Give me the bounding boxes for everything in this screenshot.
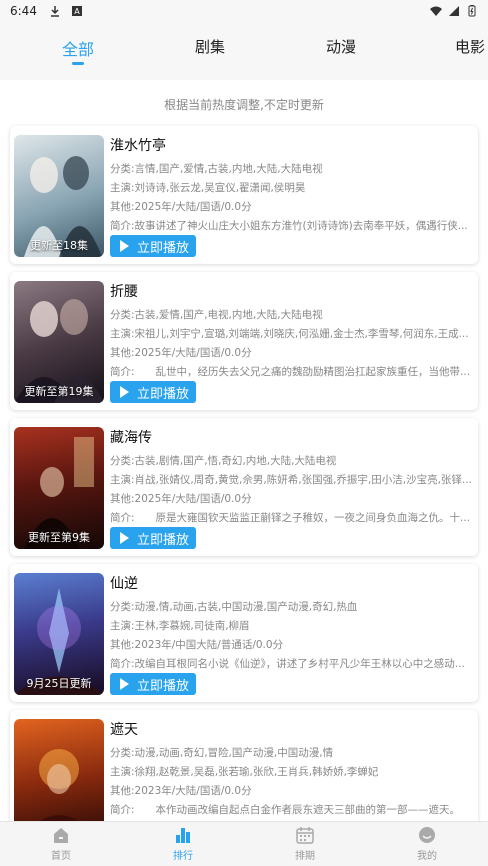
- list-item[interactable]: 更新至第9集 藏海传 分类:古装,剧情,国产,悟,奇幻,内地,大陆,大陆电视 主…: [10, 418, 478, 556]
- item-cast: 主演:肖战,张婧仪,周奇,黄觉,佘男,陈妍希,张国强,乔振宇,田小洁,沙宝亮,张…: [110, 474, 472, 486]
- notification-a-icon: A: [71, 6, 82, 16]
- item-title[interactable]: 藏海传: [110, 428, 474, 448]
- battery-icon: [468, 5, 476, 17]
- active-tab-indicator: [72, 62, 84, 65]
- wifi-icon: [430, 6, 442, 16]
- poster-image[interactable]: 更新至18集: [14, 135, 104, 257]
- list-item[interactable]: 更新至第19集 折腰 分类:古装,爱情,国产,电视,内地,大陆,大陆电视 主演:…: [10, 272, 478, 410]
- play-label: 立即播放: [137, 240, 190, 256]
- play-label: 立即播放: [137, 386, 190, 402]
- play-label: 立即播放: [137, 532, 190, 548]
- play-icon: [120, 532, 129, 544]
- nav-profile[interactable]: 我的: [366, 822, 488, 866]
- poster-image[interactable]: 9月25日更新: [14, 573, 104, 695]
- item-intro: 简介:改编自耳根同名小说《仙逆》，讲述了乡村平凡少年王林以心中之感动...: [110, 658, 465, 670]
- item-title[interactable]: 淮水竹亭: [110, 136, 474, 156]
- tab-anime[interactable]: 动漫: [326, 36, 356, 57]
- category-tabs: 全部 剧集 动漫 电影: [0, 22, 488, 80]
- play-now-button[interactable]: 立即播放: [110, 381, 196, 403]
- item-category: 分类:古装,剧情,国产,悟,奇幻,内地,大陆,大陆电视: [110, 455, 337, 467]
- episode-badge: 更新至第19集: [24, 385, 94, 398]
- list-item[interactable]: 更新至18集 淮水竹亭 分类:言情,国产,爱情,古装,内地,大陆,大陆电视 主演…: [10, 126, 478, 264]
- play-icon: [120, 240, 129, 252]
- item-other: 其他:2025年/大陆/国语/0.0分: [110, 347, 252, 359]
- item-cast: 主演:宋祖儿,刘宇宁,宣璐,刘端端,刘晓庆,何泓姗,金士杰,李雪琴,何润东,王成…: [110, 328, 469, 340]
- episode-badge: 更新至18集: [30, 239, 88, 252]
- play-now-button[interactable]: 立即播放: [110, 673, 196, 695]
- item-cast: 主演:王林,李慕婉,司徒南,柳眉: [110, 620, 250, 632]
- play-icon: [120, 386, 129, 398]
- status-time: 6:44: [10, 4, 37, 18]
- signal-icon: [449, 6, 459, 16]
- calendar-icon: [296, 827, 314, 844]
- tab-all[interactable]: 全部: [62, 36, 94, 60]
- episode-badge: 更新至第9集: [28, 531, 90, 544]
- poster-image[interactable]: 更新至第9集: [14, 427, 104, 549]
- nav-schedule[interactable]: 排期: [244, 822, 366, 866]
- item-category: 分类:言情,国产,爱情,古装,内地,大陆,大陆电视: [110, 163, 323, 175]
- item-category: 分类:动漫,动画,奇幻,冒险,国产动漫,中国动漫,情: [110, 747, 334, 759]
- nav-home-label: 首页: [51, 851, 71, 862]
- item-other: 其他:2023年/大陆/国语/0.0分: [110, 785, 252, 797]
- update-notice: 根据当前热度调整,不定时更新: [164, 98, 324, 112]
- play-now-button[interactable]: 立即播放: [110, 235, 196, 257]
- nav-profile-label: 我的: [417, 851, 437, 862]
- item-category: 分类:动漫,情,动画,古装,中国动漫,国产动漫,奇幻,热血: [110, 601, 358, 613]
- item-title[interactable]: 遮天: [110, 720, 474, 740]
- nav-ranking-label: 排行: [173, 851, 193, 862]
- profile-icon: [419, 827, 435, 843]
- item-category: 分类:古装,爱情,国产,电视,内地,大陆,大陆电视: [110, 309, 323, 321]
- item-intro: 简介: 原是大雍国钦天监监正蒯铎之子稚奴，一夜之间身负血海之仇。十...: [110, 512, 471, 524]
- item-cast: 主演:徐翔,赵乾景,吴磊,张若瑜,张欣,王肖兵,韩娇娇,李蝉妃: [110, 766, 379, 778]
- episode-badge: 9月25日更新: [26, 677, 92, 690]
- item-other: 其他:2025年/大陆/国语/0.0分: [110, 493, 252, 505]
- status-bar: 6:44 A: [0, 0, 488, 22]
- item-intro: 简介: 本作动画改编自起点白金作者辰东遮天三部曲的第一部——遮天。: [110, 804, 461, 816]
- list-item[interactable]: 9月25日更新 仙逆 分类:动漫,情,动画,古装,中国动漫,国产动漫,奇幻,热血…: [10, 564, 478, 702]
- nav-home[interactable]: 首页: [0, 822, 122, 866]
- poster-image[interactable]: 更新至第19集: [14, 281, 104, 403]
- item-cast: 主演:刘诗诗,张云龙,吴宣仪,翟潇闻,侯明昊: [110, 182, 306, 194]
- download-icon: [50, 6, 59, 17]
- home-icon: [54, 828, 68, 843]
- tab-series[interactable]: 剧集: [195, 36, 225, 57]
- nav-ranking[interactable]: 排行: [122, 822, 244, 866]
- bottom-nav: 首页 排行 排期 我的: [0, 821, 488, 866]
- item-other: 其他:2023年/中国大陆/普通话/0.0分: [110, 639, 284, 651]
- ranking-icon: [176, 828, 190, 843]
- item-other: 其他:2025年/大陆/国语/0.0分: [110, 201, 252, 213]
- play-now-button[interactable]: 立即播放: [110, 527, 196, 549]
- tab-movie[interactable]: 电影: [455, 36, 485, 57]
- item-title[interactable]: 折腰: [110, 282, 474, 302]
- play-icon: [120, 678, 129, 690]
- play-label: 立即播放: [137, 678, 190, 694]
- item-intro: 简介: 乱世中，经历失去父兄之痛的魏劭励精图治扛起家族重任，当他带...: [110, 366, 471, 378]
- item-title[interactable]: 仙逆: [110, 574, 474, 594]
- nav-schedule-label: 排期: [295, 851, 315, 862]
- item-intro: 简介:故事讲述了神火山庄大小姐东方淮竹(刘诗诗饰)去南奉平妖，偶遇行侠...: [110, 220, 468, 232]
- svg-text:A: A: [74, 7, 80, 16]
